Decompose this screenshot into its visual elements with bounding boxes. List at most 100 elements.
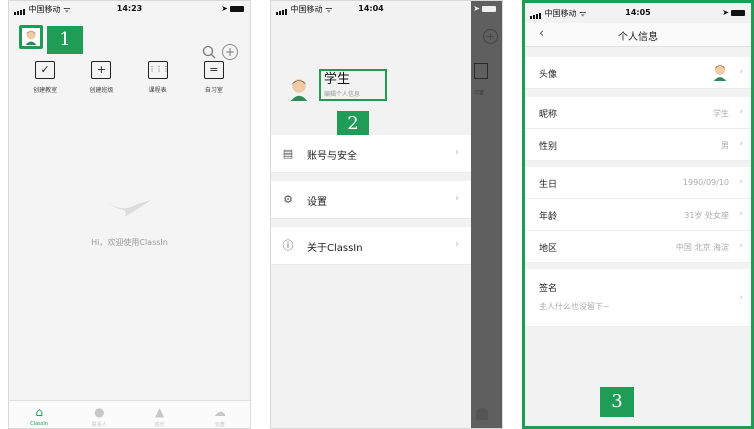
info-row-label: 昵称: [539, 110, 558, 120]
add-circle-icon[interactable]: +: [222, 44, 238, 60]
tab-classin[interactable]: ⌂ ClassIn: [19, 406, 59, 427]
add-square-icon: +: [91, 61, 112, 79]
id-card-icon: ▤: [282, 147, 294, 160]
welcome-text: Hi，欢迎使用ClassIn: [91, 238, 168, 247]
info-row-label: 性别: [539, 142, 558, 152]
info-row-label: 生日: [539, 180, 558, 190]
avatar-button[interactable]: [19, 25, 43, 49]
study-room-label: 习室: [474, 90, 485, 96]
profile-name: 学生: [324, 72, 351, 87]
menu-item-settings[interactable]: ⚙ 设置 ›: [271, 181, 471, 219]
cloud-icon: [476, 408, 488, 420]
menu-item-label: 设置: [307, 197, 327, 208]
quick-action-label: 创建教室: [33, 87, 58, 94]
tab-label: 联系人: [91, 422, 107, 428]
chevron-right-icon: ›: [455, 193, 459, 204]
signature-value: 主人什么也没留下~: [539, 302, 610, 311]
info-icon: ⓘ: [282, 239, 294, 252]
info-row-avatar[interactable]: 头像 ›: [525, 57, 751, 89]
dim-overlay[interactable]: ➤ + 习室: [471, 1, 502, 428]
quick-action-create-class[interactable]: + 创建班级: [77, 61, 125, 107]
quick-action-label: 自习室: [204, 87, 223, 94]
chevron-right-icon: ›: [739, 67, 743, 77]
home-icon: ⌂: [35, 405, 43, 419]
status-time: 14:23: [116, 4, 143, 13]
contacts-icon: ●: [94, 405, 105, 419]
info-row-nickname[interactable]: 昵称 学生 ›: [525, 97, 751, 129]
profile-name-box[interactable]: 学生 编辑个人信息: [319, 69, 387, 101]
checkbox-icon: ✓: [35, 61, 56, 79]
info-row-birthday[interactable]: 生日 1990/09/10 ›: [525, 167, 751, 199]
info-row-age[interactable]: 年龄 31岁 处女座 ›: [525, 199, 751, 231]
info-row-value: 1990/09/10: [682, 178, 729, 187]
calendar-icon: ⋮⋮⋮: [147, 61, 170, 79]
quick-action-study-room[interactable]: = 自习室: [190, 61, 238, 107]
avatar-icon: [713, 64, 727, 81]
callout-marker: 1: [47, 26, 83, 54]
menu-item-label: 关于ClassIn: [307, 243, 363, 254]
search-icon[interactable]: [202, 45, 216, 59]
bottom-tab-bar: ⌂ ClassIn ● 联系人 ▲ 成长 ☁ 云盘: [9, 400, 250, 428]
side-drawer: 中国移动 ᯤ 14:04 学生 编辑个人信息 2 ▤ 账号与安全 › ⚙ 设置 …: [271, 1, 471, 428]
tab-label: 云盘: [214, 422, 225, 428]
chevron-right-icon: ›: [739, 293, 743, 303]
chevron-right-icon: ›: [739, 107, 743, 117]
top-bar: +: [9, 17, 250, 60]
chevron-right-icon: ›: [455, 239, 459, 250]
status-bar: ➤: [471, 1, 502, 17]
battery-icon: ➤: [722, 8, 745, 17]
menu-item-label: 账号与安全: [307, 151, 357, 162]
gear-icon: ⚙: [283, 193, 293, 206]
tab-label: 成长: [154, 422, 165, 428]
chevron-right-icon: ›: [739, 209, 743, 219]
avatar-icon: [290, 79, 308, 101]
avatar: [711, 63, 729, 81]
status-time: 14:04: [358, 4, 384, 13]
add-circle-icon: +: [483, 29, 498, 44]
avatar: [287, 77, 311, 101]
quick-actions: ✓ 创建教室 + 创建班级 ⋮⋮⋮ 课程表 = 自习室: [9, 61, 250, 107]
chevron-right-icon: ›: [739, 241, 743, 251]
info-row-label: 签名: [539, 284, 558, 294]
chevron-right-icon: ›: [455, 147, 459, 158]
chevron-right-icon: ›: [739, 139, 743, 149]
quick-action-create-classroom[interactable]: ✓ 创建教室: [21, 61, 69, 107]
info-row-signature[interactable]: 签名 主人什么也没留下~ ›: [525, 269, 751, 327]
quick-action-schedule[interactable]: ⋮⋮⋮ 课程表: [134, 61, 182, 107]
info-row-label: 头像: [539, 70, 558, 80]
tab-label: ClassIn: [30, 421, 49, 427]
info-row-label: 年龄: [539, 212, 558, 222]
classin-logo-icon: [9, 197, 250, 223]
status-time: 14:05: [625, 8, 651, 17]
info-row-value: 学生: [713, 109, 729, 118]
info-row-label: 地区: [539, 244, 558, 254]
tab-contacts[interactable]: ● 联系人: [79, 406, 119, 428]
menu-item-account-security[interactable]: ▤ 账号与安全 ›: [271, 135, 471, 173]
profile-header[interactable]: 学生 编辑个人信息: [271, 61, 471, 121]
quick-action-label: 创建班级: [89, 87, 114, 94]
avatar-icon: [25, 30, 37, 45]
info-row-value: 31岁 处女座: [684, 211, 729, 220]
info-row-gender[interactable]: 性别 男 ›: [525, 129, 751, 161]
nav-bar: ‹ 个人信息: [525, 23, 751, 47]
study-room-icon: [474, 63, 488, 79]
info-row-region[interactable]: 地区 中国 北京 海淀 ›: [525, 231, 751, 263]
tutorial-stage: 中国移动 ᯤ 14:23 ➤ + 1 ✓ 创建教室 + 创建班级 ⋮⋮⋮ 课程表…: [0, 0, 754, 429]
status-bar: 中国移动 ᯤ 14:04: [271, 1, 471, 17]
page-title: 个人信息: [618, 32, 658, 43]
tree-icon: ▲: [155, 405, 165, 419]
tab-growth[interactable]: ▲ 成长: [140, 406, 180, 428]
home-screen: 中国移动 ᯤ 14:23 ➤ + 1 ✓ 创建教室 + 创建班级 ⋮⋮⋮ 课程表…: [8, 0, 251, 429]
menu-item-about[interactable]: ⓘ 关于ClassIn ›: [271, 227, 471, 265]
battery-icon: ➤: [221, 4, 244, 13]
chevron-right-icon: ›: [739, 177, 743, 187]
tab-cloud[interactable]: ☁ 云盘: [200, 406, 240, 428]
study-room-icon: =: [203, 61, 224, 79]
status-bar: 中国移动 ᯤ 14:23 ➤: [9, 1, 250, 17]
cloud-icon: ☁: [213, 405, 226, 419]
battery-icon: ➤: [473, 4, 496, 13]
profile-info-screen: 中国移动 ᯤ 14:05 ➤ ‹ 个人信息 头像 › 昵称 学生 › 性别 男 …: [522, 0, 754, 429]
callout-marker: 3: [600, 387, 634, 417]
status-bar: 中国移动 ᯤ 14:05 ➤: [525, 5, 751, 21]
profile-edit-link: 编辑个人信息: [324, 91, 361, 98]
